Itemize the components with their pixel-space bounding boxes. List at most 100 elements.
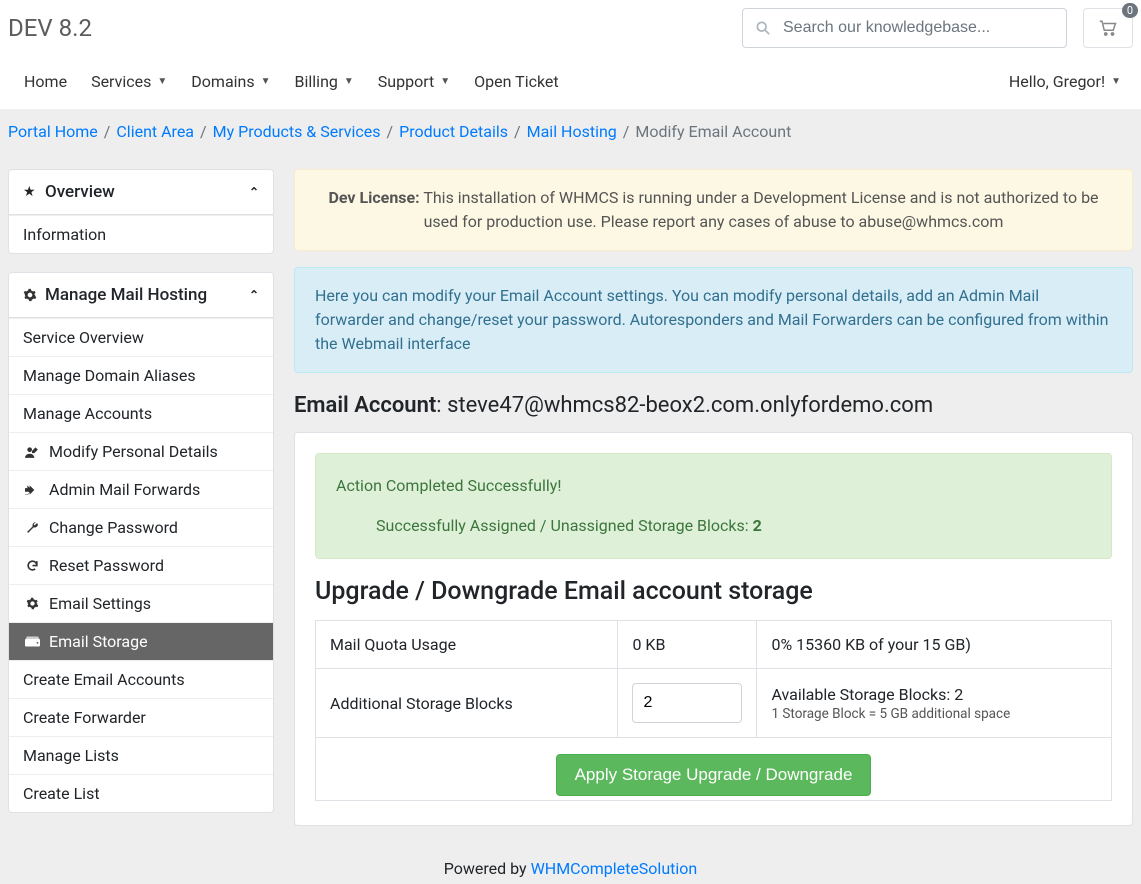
caret-icon: ▼: [261, 76, 271, 87]
chevron-up-icon: ⌃: [249, 288, 259, 302]
nav-home[interactable]: Home: [24, 66, 79, 97]
nav-billing[interactable]: Billing ▼: [283, 66, 366, 97]
dev-license-alert: Dev License: This installation of WHMCS …: [294, 169, 1133, 251]
footer: Powered by WHMCompleteSolution: [0, 843, 1141, 884]
apply-storage-button[interactable]: Apply Storage Upgrade / Downgrade: [556, 754, 872, 796]
breadcrumb-sep: /: [104, 122, 111, 141]
crumb-portal-home[interactable]: Portal Home: [8, 122, 98, 141]
sidebar-item-label: Email Settings: [49, 594, 151, 613]
breadcrumb-sep: /: [200, 122, 207, 141]
sidebar-item-email-storage[interactable]: Email Storage: [9, 622, 273, 660]
sidebar-item-label: Change Password: [49, 518, 178, 537]
brand-title: DEV 8.2: [8, 14, 742, 42]
success-detail-value: 2: [753, 516, 762, 535]
sidebar-item-label: Email Storage: [49, 632, 148, 651]
sidebar-item-label: Create List: [23, 784, 100, 803]
storage-blocks-input[interactable]: [632, 683, 742, 723]
email-account-sep: :: [436, 393, 447, 418]
dev-license-label: Dev License:: [328, 188, 419, 207]
email-account-heading: Email Account: steve47@whmcs82-beox2.com…: [294, 393, 1133, 418]
quota-value: 0 KB: [618, 621, 757, 669]
gear-icon: [23, 596, 41, 611]
wrench-icon: [23, 520, 41, 535]
crumb-client-area[interactable]: Client Area: [116, 122, 194, 141]
available-blocks: Available Storage Blocks: 2: [771, 685, 1097, 704]
sidebar-manage-header[interactable]: Manage Mail Hosting ⌃: [9, 273, 273, 318]
sidebar-item-label: Manage Domain Aliases: [23, 366, 196, 385]
crumb-mail-hosting[interactable]: Mail Hosting: [527, 122, 617, 141]
dev-license-text: This installation of WHMCS is running un…: [420, 188, 1099, 231]
blocks-label: Additional Storage Blocks: [316, 669, 618, 738]
nav-services[interactable]: Services ▼: [79, 66, 179, 97]
crumb-products[interactable]: My Products & Services: [213, 122, 381, 141]
search-box[interactable]: [742, 8, 1067, 48]
hdd-icon: [23, 634, 41, 649]
caret-icon: ▼: [1111, 76, 1121, 87]
main-nav: Home Services ▼ Domains ▼ Billing ▼ Support…: [0, 56, 1141, 109]
sidebar-item-manage-accounts[interactable]: Manage Accounts: [9, 394, 273, 432]
crumb-product-details[interactable]: Product Details: [399, 122, 508, 141]
nav-services-label: Services: [91, 72, 151, 91]
nav-support-label: Support: [378, 72, 434, 91]
email-account-label: Email Account: [294, 393, 436, 418]
sidebar-item-label: Create Email Accounts: [23, 670, 185, 689]
footer-powered: Powered by: [444, 859, 531, 878]
sidebar-item-change-password[interactable]: Change Password: [9, 508, 273, 546]
blocks-input-cell: [618, 669, 757, 738]
success-detail: Successfully Assigned / Unassigned Stora…: [336, 514, 1091, 538]
nav-domains-label: Domains: [191, 72, 254, 91]
email-account-value: steve47@whmcs82-beox2.com.onlyfordemo.co…: [447, 393, 933, 418]
nav-support[interactable]: Support▼: [366, 66, 462, 97]
nav-domains[interactable]: Domains ▼: [179, 66, 282, 97]
footer-link[interactable]: WHMCompleteSolution: [531, 859, 698, 878]
success-detail-pre: Successfully Assigned / Unassigned Stora…: [376, 516, 753, 535]
info-alert: Here you can modify your Email Account s…: [294, 267, 1133, 373]
search-input[interactable]: [783, 19, 1066, 37]
caret-icon: ▼: [344, 76, 354, 87]
sidebar-item-service-overview[interactable]: Service Overview: [9, 318, 273, 356]
nav-user-greeting[interactable]: Hello, Gregor! ▼: [997, 66, 1133, 97]
storage-section-title: Upgrade / Downgrade Email account storag…: [315, 577, 1112, 606]
star-icon: ★: [23, 184, 45, 200]
sidebar-item-reset-password[interactable]: Reset Password: [9, 546, 273, 584]
success-heading: Action Completed Successfully!: [336, 474, 1091, 498]
nav-open-ticket-label: Open Ticket: [474, 72, 558, 91]
quota-label: Mail Quota Usage: [316, 621, 618, 669]
sidebar-item-create-list[interactable]: Create List: [9, 774, 273, 812]
sidebar-overview-header[interactable]: ★ Overview ⌃: [9, 170, 273, 215]
info-alert-text: Here you can modify your Email Account s…: [315, 286, 1108, 353]
sidebar-item-email-settings[interactable]: Email Settings: [9, 584, 273, 622]
nav-greeting-label: Hello, Gregor!: [1009, 72, 1105, 91]
cart-count-badge: 0: [1122, 3, 1138, 18]
block-note: 1 Storage Block = 5 GB additional space: [771, 706, 1097, 722]
apply-row: Apply Storage Upgrade / Downgrade: [315, 738, 1112, 801]
forward-icon: [23, 482, 41, 497]
nav-open-ticket[interactable]: Open Ticket: [462, 66, 570, 97]
sidebar-item-domain-aliases[interactable]: Manage Domain Aliases: [9, 356, 273, 394]
sidebar-item-information[interactable]: Information: [9, 215, 273, 253]
storage-card: Action Completed Successfully! Successfu…: [294, 432, 1133, 826]
crumb-active: Modify Email Account: [635, 122, 791, 141]
table-row: Mail Quota Usage 0 KB 0% 15360 KB of you…: [316, 621, 1112, 669]
sidebar-item-manage-lists[interactable]: Manage Lists: [9, 736, 273, 774]
table-row: Additional Storage Blocks Available Stor…: [316, 669, 1112, 738]
breadcrumb-sep: /: [387, 122, 394, 141]
sidebar-manage-panel: Manage Mail Hosting ⌃ Service Overview M…: [8, 272, 274, 813]
sidebar-item-label: Information: [23, 225, 106, 244]
sidebar-item-modify-personal[interactable]: Modify Personal Details: [9, 432, 273, 470]
caret-icon: ▼: [157, 76, 167, 87]
nav-home-label: Home: [24, 72, 67, 91]
sidebar-item-create-accounts[interactable]: Create Email Accounts: [9, 660, 273, 698]
sidebar-overview-panel: ★ Overview ⌃ Information: [8, 169, 274, 254]
sidebar-item-admin-forwards[interactable]: Admin Mail Forwards: [9, 470, 273, 508]
gear-icon: [23, 287, 45, 303]
sidebar-item-label: Reset Password: [49, 556, 164, 575]
breadcrumb: Portal Home / Client Area / My Products …: [0, 109, 1141, 153]
nav-billing-label: Billing: [295, 72, 338, 91]
refresh-icon: [23, 558, 41, 573]
user-edit-icon: [23, 444, 41, 459]
cart-button[interactable]: 0: [1083, 8, 1133, 48]
sidebar-item-label: Admin Mail Forwards: [49, 480, 200, 499]
sidebar-item-create-forwarder[interactable]: Create Forwarder: [9, 698, 273, 736]
quota-description: 0% 15360 KB of your 15 GB): [757, 621, 1112, 669]
